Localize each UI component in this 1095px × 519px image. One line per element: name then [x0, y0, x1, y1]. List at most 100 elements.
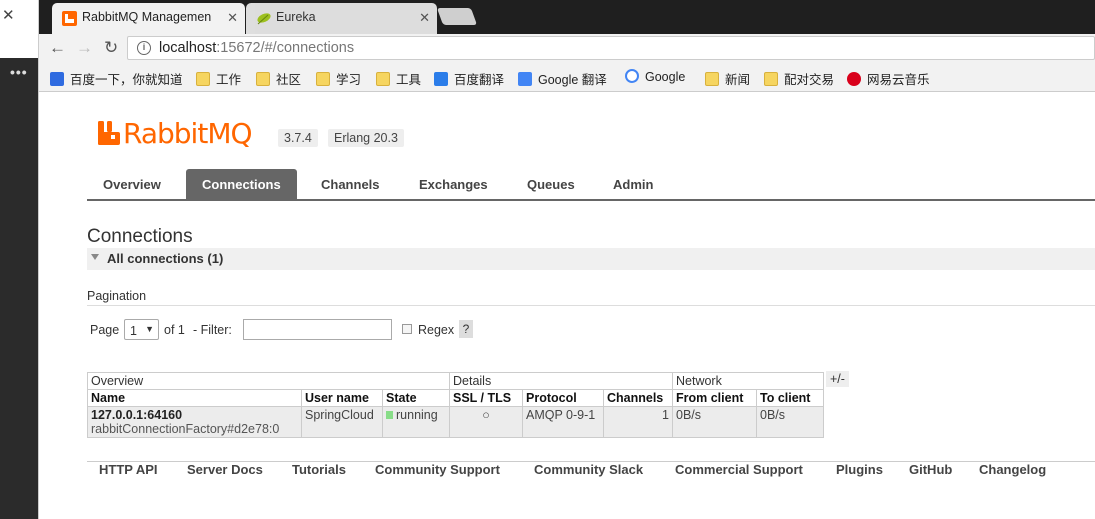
footer-link-server-docs[interactable]: Server Docs	[187, 462, 263, 477]
rabbitmq-logo[interactable]: RabbitMQ	[98, 117, 253, 150]
bookmark-folder-study[interactable]: 学习	[316, 69, 361, 88]
footer-link-tutorials[interactable]: Tutorials	[292, 462, 346, 477]
footer-link-plugins[interactable]: Plugins	[836, 462, 883, 477]
cell-ssl: ○	[449, 406, 523, 438]
connection-name-link[interactable]: 127.0.0.1:64160	[91, 408, 298, 422]
pagination-divider	[87, 305, 1095, 306]
left-strip-panel	[0, 58, 38, 519]
page-label: Page	[90, 323, 120, 337]
folder-icon	[376, 72, 390, 86]
section-title: All connections (1)	[107, 251, 224, 266]
paw-icon	[50, 72, 64, 86]
bookmark-label: 工具	[396, 73, 422, 87]
bookmark-label: 百度一下，你就知道	[70, 73, 183, 87]
bookmark-label: 学习	[336, 73, 362, 87]
table-row[interactable]: 127.0.0.1:64160 rabbitConnectionFactory#…	[87, 406, 824, 438]
close-tab-icon[interactable]: ✕	[227, 3, 238, 32]
close-tab-icon[interactable]: ✕	[419, 3, 430, 32]
cell-state: running	[382, 406, 450, 438]
address-bar[interactable]: i localhost:15672/#/connections	[127, 36, 1095, 60]
bookmark-folder-news[interactable]: 新闻	[705, 69, 750, 88]
bookmark-google[interactable]: Google	[625, 69, 685, 84]
page-title: Connections	[87, 226, 193, 247]
navigation-bar: ← → ↻ i localhost:15672/#/connections	[39, 34, 1095, 62]
page-content: RabbitMQ 3.7.4 Erlang 20.3 Overview Conn…	[39, 92, 1095, 519]
erlang-badge: Erlang 20.3	[328, 129, 404, 147]
tab-eureka[interactable]: Eureka ✕	[246, 3, 437, 34]
regex-label: Regex	[418, 323, 455, 337]
col-user-name[interactable]: User name	[301, 389, 383, 407]
bookmark-folder-pairs[interactable]: 配对交易	[764, 69, 834, 88]
google-icon	[625, 69, 639, 83]
chevron-down-icon: ▼	[145, 324, 154, 334]
regex-checkbox[interactable]	[402, 324, 412, 334]
tab-connections[interactable]: Connections	[186, 169, 297, 200]
col-protocol[interactable]: Protocol	[522, 389, 604, 407]
tab-queues[interactable]: Queues	[511, 169, 591, 200]
col-name[interactable]: Name	[87, 389, 302, 407]
footer-link-community-support[interactable]: Community Support	[375, 462, 500, 477]
tab-title: Eureka	[276, 10, 316, 24]
tab-rabbitmq[interactable]: RabbitMQ Managemen ✕	[52, 3, 245, 34]
google-translate-icon	[518, 72, 532, 86]
back-icon[interactable]: ←	[49, 38, 66, 58]
left-window-strip: ✕ •••	[0, 0, 39, 519]
browser-window: RabbitMQ Managemen ✕ Eureka ✕ ← → ↻ i lo…	[39, 0, 1095, 519]
pagination-heading: Pagination	[87, 289, 147, 303]
translate-icon	[434, 72, 448, 86]
url-path: :15672/#/connections	[216, 40, 355, 56]
filter-input[interactable]	[243, 319, 392, 340]
page-select[interactable]: 1 ▼	[124, 319, 159, 340]
bookmark-folder-community[interactable]: 社区	[256, 69, 301, 88]
info-icon[interactable]: i	[137, 41, 151, 55]
page-of-label: of 1	[164, 323, 185, 337]
version-badge: 3.7.4	[278, 129, 318, 147]
more-icon[interactable]: •••	[10, 64, 28, 80]
bookmark-netease-music[interactable]: 网易云音乐	[847, 69, 930, 88]
cell-user: SpringCloud	[301, 406, 383, 438]
bookmark-google-translate[interactable]: Google 翻译	[518, 69, 607, 88]
filter-label: - Filter:	[193, 323, 232, 337]
close-icon[interactable]: ✕	[2, 6, 15, 24]
footer-link-changelog[interactable]: Changelog	[979, 462, 1046, 477]
col-state[interactable]: State	[382, 389, 450, 407]
bookmark-folder-work[interactable]: 工作	[196, 69, 241, 88]
footer-link-commercial-support[interactable]: Commercial Support	[675, 462, 803, 477]
regex-help-button[interactable]: ?	[459, 320, 473, 338]
folder-icon	[256, 72, 270, 86]
collapse-triangle-icon[interactable]	[91, 254, 99, 260]
col-channels[interactable]: Channels	[603, 389, 673, 407]
bookmark-baidu-translate[interactable]: 百度翻译	[434, 69, 504, 88]
footer-link-github[interactable]: GitHub	[909, 462, 952, 477]
cell-name[interactable]: 127.0.0.1:64160 rabbitConnectionFactory#…	[87, 406, 302, 438]
tab-exchanges[interactable]: Exchanges	[403, 169, 504, 200]
tab-admin[interactable]: Admin	[597, 169, 669, 200]
col-ssl-tls[interactable]: SSL / TLS	[449, 389, 523, 407]
folder-icon	[705, 72, 719, 86]
col-from-client[interactable]: From client	[672, 389, 757, 407]
footer-link-http-api[interactable]: HTTP API	[99, 462, 158, 477]
logo-text-rabbit: Rabbit	[123, 117, 208, 150]
bookmark-label: 新闻	[725, 73, 751, 87]
bookmark-folder-tools[interactable]: 工具	[376, 69, 421, 88]
col-to-client[interactable]: To client	[756, 389, 824, 407]
tab-title: RabbitMQ Managemen	[82, 10, 212, 24]
leaf-favicon-icon	[257, 13, 271, 25]
url-host: localhost	[159, 40, 217, 56]
reload-icon[interactable]: ↻	[104, 38, 118, 58]
tab-overview[interactable]: Overview	[87, 169, 177, 200]
cell-protocol: AMQP 0-9-1	[522, 406, 604, 438]
bookmark-label: Google 翻译	[538, 73, 607, 87]
footer-link-community-slack[interactable]: Community Slack	[534, 462, 643, 477]
forward-icon[interactable]: →	[76, 38, 93, 58]
toggle-columns-button[interactable]: +/-	[826, 371, 849, 387]
tab-channels[interactable]: Channels	[305, 169, 396, 200]
bookmark-label: 工作	[216, 73, 242, 87]
folder-icon	[196, 72, 210, 86]
group-details: Details	[449, 372, 673, 390]
folder-icon	[764, 72, 778, 86]
new-tab-button[interactable]	[436, 8, 478, 25]
bookmark-label: 百度翻译	[454, 73, 505, 87]
section-header-all-connections[interactable]: All connections (1)	[87, 248, 1095, 270]
bookmark-baidu[interactable]: 百度一下，你就知道	[50, 69, 183, 88]
